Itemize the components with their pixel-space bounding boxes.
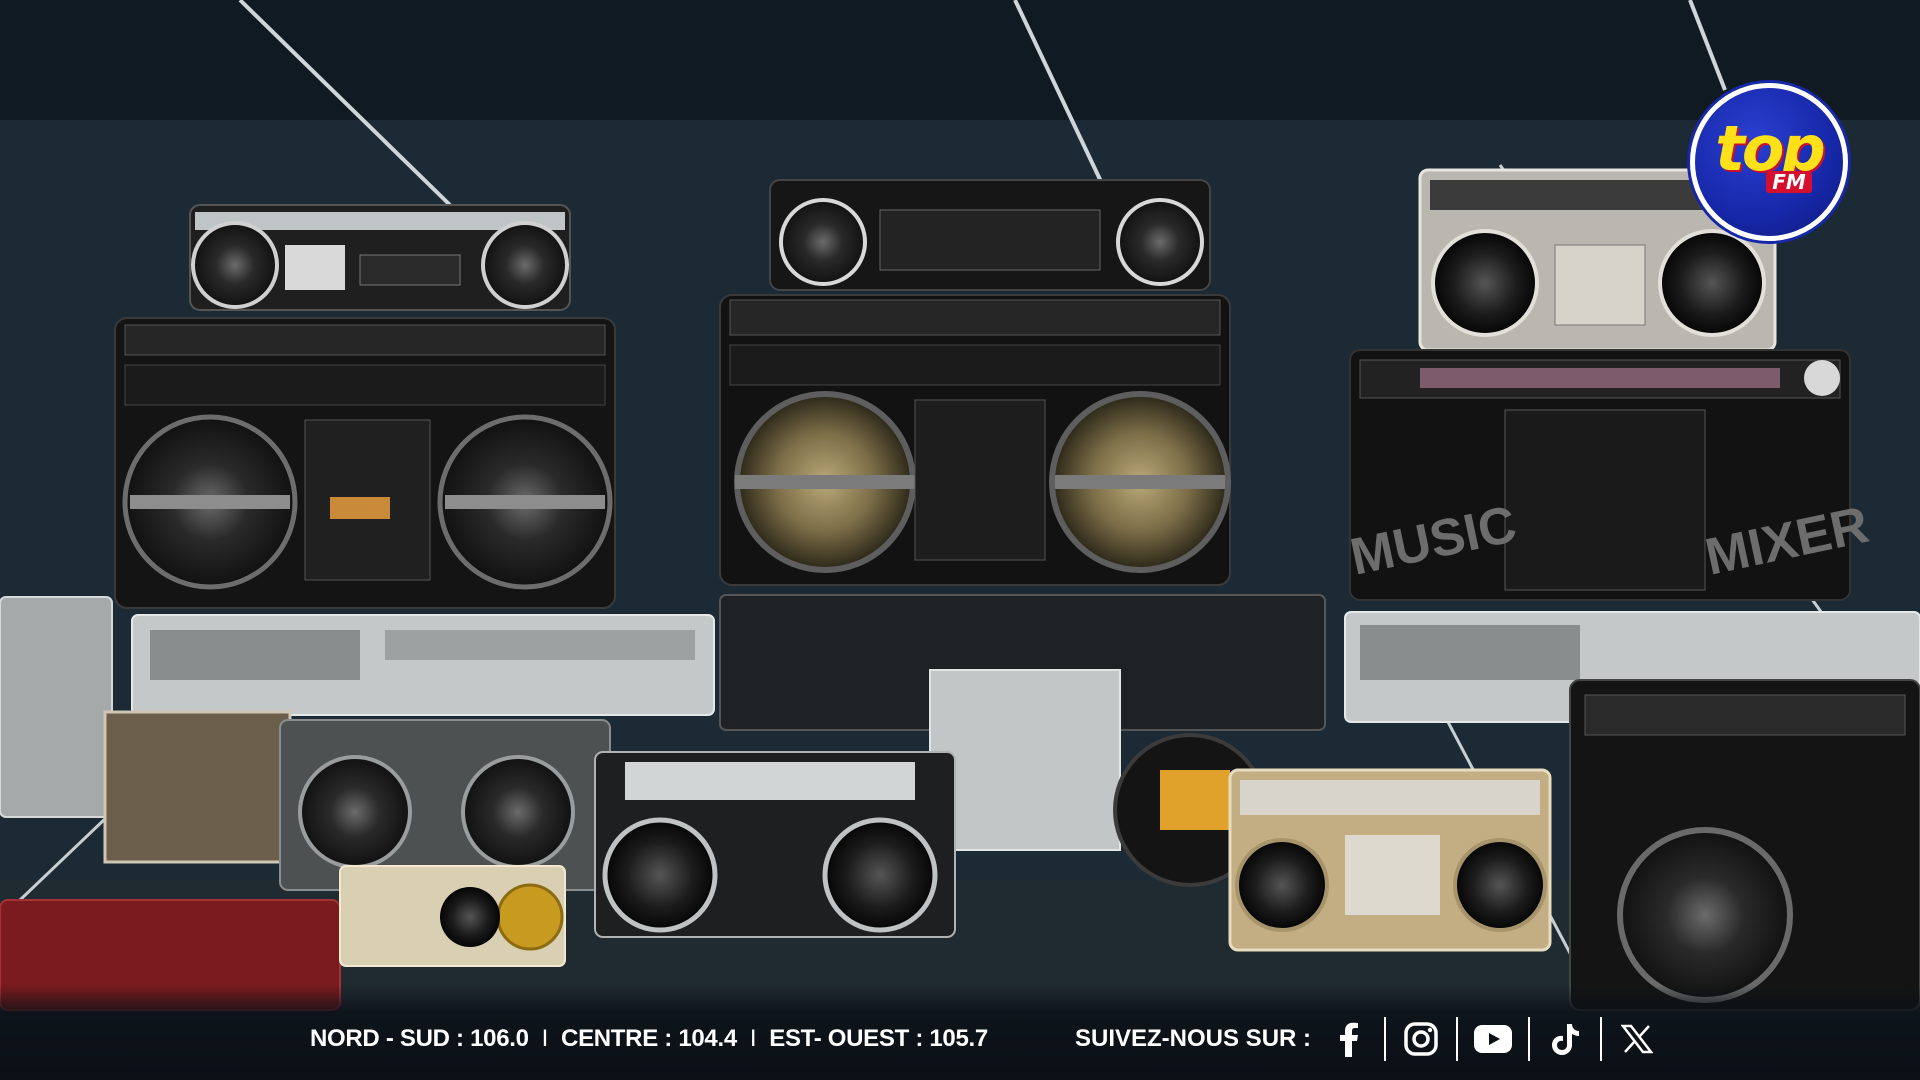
background-photo: MUSIC MIXER top FM NORD - SUD: 106.0 I …	[0, 0, 1920, 1080]
logo-wordmark: top	[1715, 112, 1826, 185]
x-icon[interactable]	[1618, 1020, 1656, 1058]
frequency-centre: CENTRE : 104.4	[561, 1025, 737, 1052]
youtube-icon[interactable]	[1474, 1020, 1512, 1058]
social-links	[1330, 1016, 1656, 1062]
facebook-icon[interactable]	[1330, 1020, 1368, 1058]
frequency-est-ouest: EST- OUEST : 105.7	[769, 1025, 988, 1052]
frequency-separator: I	[541, 1025, 549, 1052]
social-divider	[1528, 1017, 1530, 1061]
top-fm-logo: top FM	[1690, 83, 1848, 241]
instagram-icon[interactable]	[1402, 1020, 1440, 1058]
frequency-separator: I	[749, 1025, 757, 1052]
follow-us-label: SUIVEZ-NOUS SUR :	[1075, 1025, 1312, 1052]
tiktok-icon[interactable]	[1546, 1020, 1584, 1058]
frequency-list: NORD - SUD : 106.0 I CENTRE : 104.4 I ES…	[310, 1024, 988, 1054]
social-divider	[1456, 1017, 1458, 1061]
social-divider	[1384, 1017, 1386, 1061]
social-divider	[1600, 1017, 1602, 1061]
frequency-nord-sud: NORD - SUD : 106.0	[310, 1025, 529, 1052]
logo-fm-badge: FM	[1766, 171, 1812, 193]
boombox-wall-photo: MUSIC MIXER	[0, 0, 1920, 1080]
